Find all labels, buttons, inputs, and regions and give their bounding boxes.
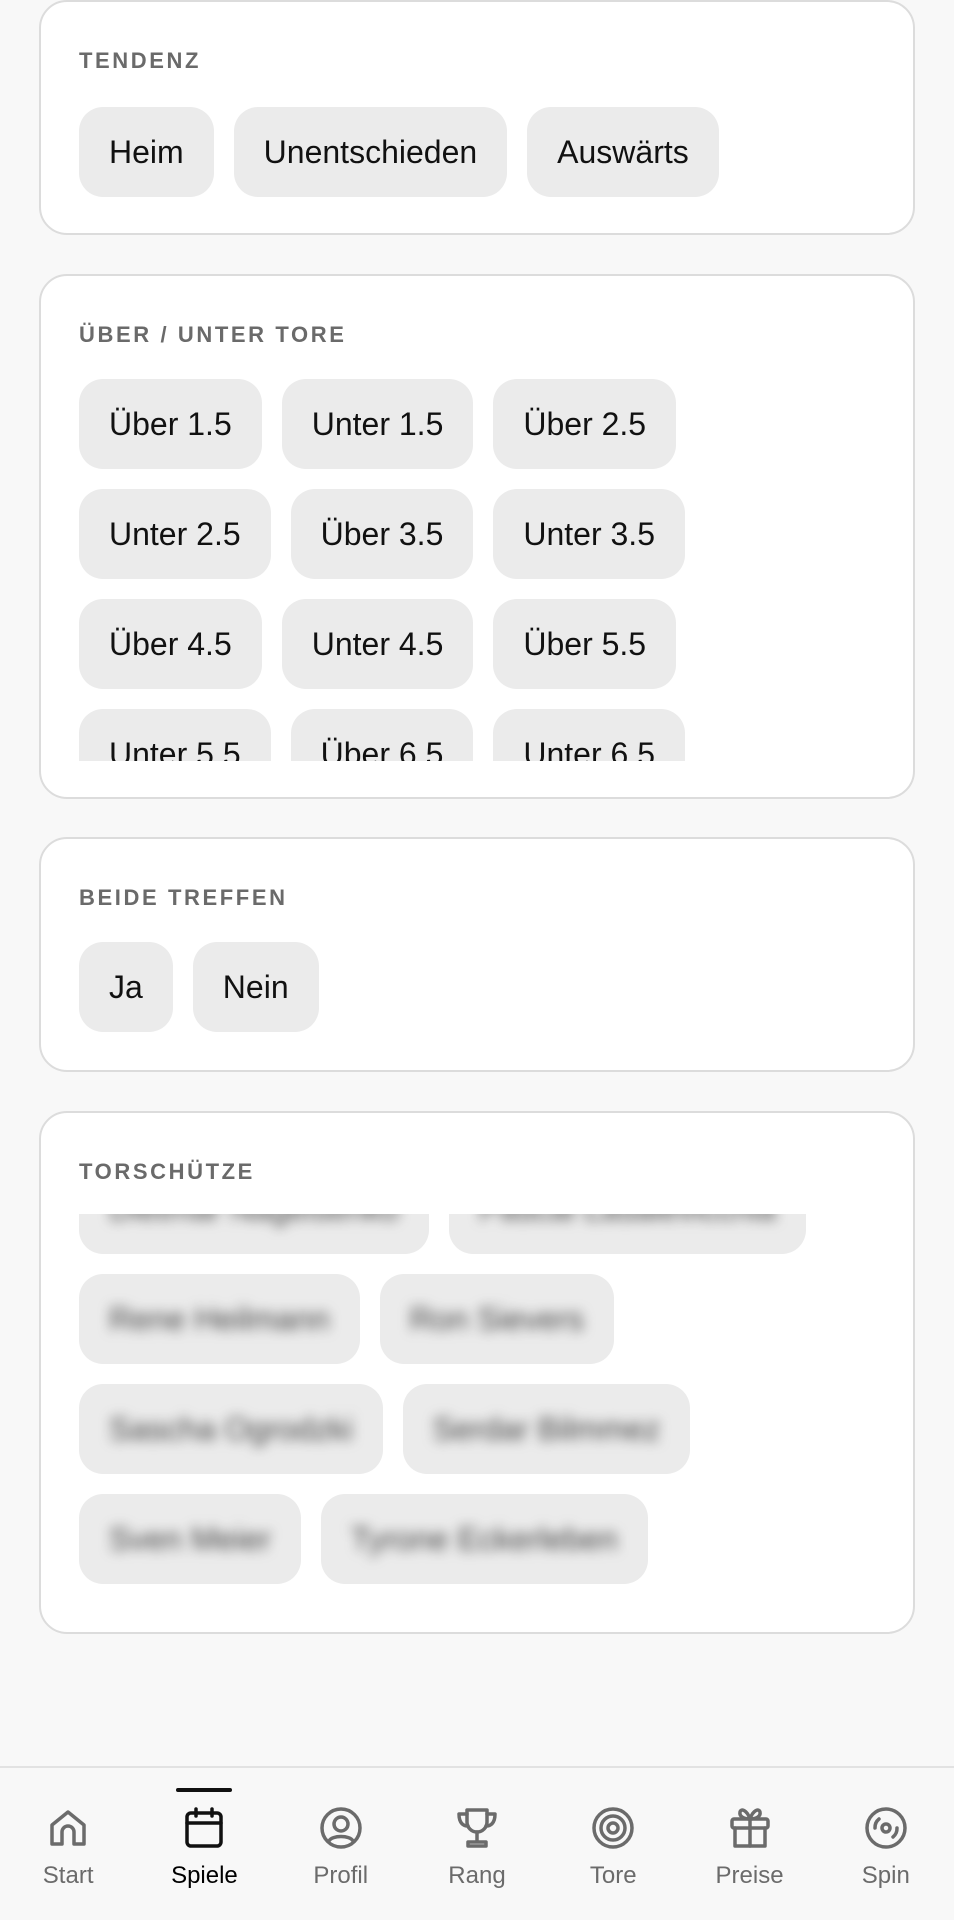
nav-tore[interactable]: Tore: [545, 1768, 681, 1920]
tendenz-option-unentschieden[interactable]: Unentschieden: [233, 107, 508, 197]
scorer-option[interactable]: Serdar Bilmmez: [402, 1384, 691, 1474]
option-unter-3-5[interactable]: Unter 3.5: [493, 489, 685, 579]
nav-tore-label: Tore: [589, 1862, 637, 1889]
tendenz-title: TENDENZ: [79, 48, 202, 73]
gift-icon: [729, 1808, 770, 1848]
beide-treffen-title: BEIDE TREFFEN: [79, 885, 288, 910]
option-ueber-4-5[interactable]: Über 4.5: [79, 599, 262, 689]
calendar-icon: [185, 1807, 224, 1848]
option-ueber-3-5[interactable]: Über 3.5: [290, 489, 474, 579]
nav-profil[interactable]: Profil: [273, 1768, 409, 1920]
scorer-option[interactable]: Pascal Lasalevicchia: [448, 1214, 806, 1254]
option-unter-5-5[interactable]: Unter 5.5: [79, 709, 271, 761]
scorer-option[interactable]: Sascha Ogrodzki: [79, 1384, 383, 1474]
nav-preise[interactable]: Preise: [681, 1768, 817, 1920]
option-ueber-5-5[interactable]: Über 5.5: [493, 599, 677, 689]
nav-preise-label: Preise: [715, 1862, 784, 1889]
nav-start-label: Start: [42, 1862, 94, 1889]
torschuetze-scroll-area[interactable]: Dietmar Nagelsenko Pascal Lasalevicchia …: [79, 1214, 875, 1596]
bottom-navigation: Start Spiele Profil Rang Tore Preise Spi…: [0, 1766, 954, 1920]
nav-spiele-label: Spiele: [171, 1862, 238, 1889]
option-ueber-2-5[interactable]: Über 2.5: [493, 379, 677, 469]
option-ueber-6-5[interactable]: Über 6.5: [290, 709, 474, 761]
torschuetze-title: TORSCHÜTZE: [79, 1159, 255, 1184]
scorer-option[interactable]: Tyrone Eckerleben: [320, 1494, 648, 1584]
user-circle-icon: [319, 1807, 362, 1849]
scorer-option[interactable]: Ron Sievers: [379, 1274, 614, 1364]
torschuetze-card: TORSCHÜTZE Dietmar Nagelsenko Pascal Las…: [39, 1111, 915, 1634]
scorer-option[interactable]: Sven Meier: [79, 1494, 301, 1584]
home-icon: [50, 1810, 86, 1846]
option-unter-6-5[interactable]: Unter 6.5: [493, 709, 685, 761]
beide-treffen-card: BEIDE TREFFEN Ja Nein: [39, 837, 915, 1072]
nav-spin[interactable]: Spin: [818, 1768, 954, 1920]
nav-profil-label: Profil: [313, 1862, 369, 1889]
nav-spiele[interactable]: Spiele: [136, 1768, 272, 1920]
nav-spin-label: Spin: [861, 1862, 910, 1889]
option-unter-1-5[interactable]: Unter 1.5: [281, 379, 474, 469]
tendenz-option-heim[interactable]: Heim: [79, 107, 214, 197]
nav-rang-label: Rang: [448, 1862, 506, 1889]
active-tab-indicator: [176, 1788, 233, 1792]
scorer-option[interactable]: Rene Heilmann: [79, 1274, 360, 1364]
over-under-card: ÜBER / UNTER TORE Über 1.5 Unter 1.5 Übe…: [39, 274, 915, 799]
nav-start[interactable]: Start: [0, 1768, 136, 1920]
beide-treffen-ja[interactable]: Ja: [79, 942, 173, 1032]
spin-wheel-icon: [865, 1807, 907, 1849]
nav-rang[interactable]: Rang: [409, 1768, 545, 1920]
over-under-scroll-area[interactable]: Über 1.5 Unter 1.5 Über 2.5 Unter 2.5 Üb…: [79, 379, 875, 761]
tendenz-option-auswaerts[interactable]: Auswärts: [527, 107, 719, 197]
option-ueber-1-5[interactable]: Über 1.5: [79, 379, 262, 469]
option-unter-4-5[interactable]: Unter 4.5: [281, 599, 474, 689]
over-under-title: ÜBER / UNTER TORE: [79, 322, 347, 347]
target-icon: [592, 1807, 635, 1849]
beide-treffen-nein[interactable]: Nein: [192, 942, 319, 1032]
tendenz-card: TENDENZ Heim Unentschieden Auswärts: [39, 0, 915, 235]
trophy-icon: [457, 1808, 497, 1848]
option-unter-2-5[interactable]: Unter 2.5: [79, 489, 271, 579]
scorer-option[interactable]: Dietmar Nagelsenko: [79, 1214, 429, 1254]
